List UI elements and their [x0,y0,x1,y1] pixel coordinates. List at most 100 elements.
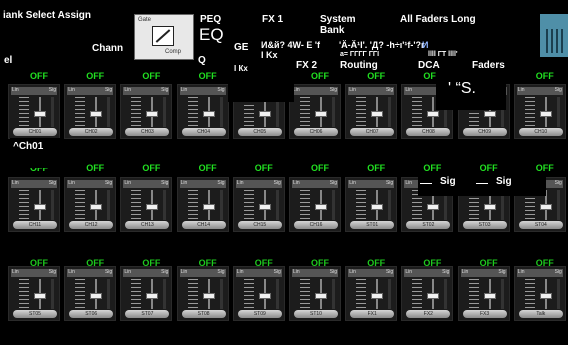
dca-tab[interactable]: DCA [418,60,440,71]
off-button[interactable]: OFF [142,71,160,81]
fader-strip[interactable]: Lin Sig FX3 [457,266,510,321]
off-button[interactable]: OFF [536,71,554,81]
off-button[interactable]: OFF [199,163,217,173]
fader-knob[interactable] [202,111,215,117]
fader-knob[interactable] [315,111,327,117]
fader-strip[interactable]: Lin Sig CH10 [513,84,566,139]
channel-select-button[interactable]: ST03 [462,221,507,229]
off-button[interactable]: OFF [30,71,48,81]
channel-select-button[interactable]: ST05 [13,310,57,318]
gate-comp-widget[interactable]: Gate Comp [134,14,194,60]
channel-select-button[interactable]: CH08 [406,128,451,136]
channel-select-button[interactable]: CH06 [294,128,338,136]
all-faders-long-tab[interactable]: All Faders Long [400,14,476,25]
channel-select-button[interactable]: ST02 [406,221,451,229]
channel-select-button[interactable]: Talk [518,310,563,318]
channel-select-button[interactable]: CH12 [69,221,114,229]
fader-knob[interactable] [90,204,103,210]
fader-strip[interactable]: Lin Sig CH01 [8,84,60,139]
fader-strip[interactable]: Lin Sig CH07 [345,84,398,139]
off-button[interactable]: OFF [142,163,160,173]
bank-select-assign-label[interactable]: iank Select Assign [3,10,91,21]
off-button[interactable]: OFF [367,71,385,81]
fader-knob[interactable] [483,204,496,210]
fader-knob[interactable] [146,111,159,117]
channel-select-button[interactable]: ST08 [181,310,226,318]
off-button[interactable]: OFF [86,71,104,81]
off-button[interactable]: OFF [30,258,48,268]
peq-tab[interactable]: PEQ [200,14,221,25]
off-button[interactable]: OFF [199,258,217,268]
fader-strip[interactable]: Lin Sig ST05 [8,266,60,321]
fader-knob[interactable] [90,111,103,117]
fader-knob[interactable] [258,111,271,117]
fader-knob[interactable] [539,293,552,299]
channel-select-button[interactable]: CH16 [294,221,338,229]
off-button[interactable]: OFF [255,258,273,268]
ge-tab[interactable]: GE [234,42,248,53]
fader-strip[interactable]: Lin Sig CH11 [8,177,60,232]
fader-knob[interactable] [146,293,159,299]
channel-select-button[interactable]: CH14 [181,221,226,229]
off-button[interactable]: OFF [367,258,385,268]
fader-strip[interactable]: Lin Sig CH14 [176,177,229,232]
channel-select-button[interactable]: ST07 [125,310,170,318]
channel-select-button[interactable]: ST06 [69,310,114,318]
fader-strip[interactable]: Lin Sig Talk [513,266,566,321]
fader-strip[interactable]: Lin Sig ST07 [120,266,173,321]
fader-strip[interactable]: Lin Sig CH12 [64,177,117,232]
fader-knob[interactable] [371,204,384,210]
fader-strip[interactable]: Lin Sig ST08 [176,266,229,321]
channel-select-button[interactable]: CH10 [518,128,563,136]
fader-knob[interactable] [258,204,271,210]
channel-select-button[interactable]: CH04 [181,128,226,136]
channel-select-button[interactable]: FX1 [350,310,395,318]
fader-knob[interactable] [371,293,384,299]
off-button[interactable]: OFF [423,258,441,268]
fader-strip[interactable]: Lin Sig FX2 [401,266,454,321]
fader-strip[interactable]: Lin Sig CH13 [120,177,173,232]
fader-strip[interactable]: Lin Sig ST01 [345,177,398,232]
fader-strip[interactable]: Lin Sig CH04 [176,84,229,139]
off-button[interactable]: OFF [311,71,329,81]
channel-select-button[interactable]: CH15 [237,221,282,229]
off-button[interactable]: OFF [311,163,329,173]
off-button[interactable]: OFF [142,258,160,268]
fader-knob[interactable] [202,204,215,210]
fader-knob[interactable] [202,293,215,299]
channel-select-button[interactable]: ST10 [294,310,338,318]
fader-knob[interactable] [258,293,271,299]
fader-knob[interactable] [427,293,440,299]
channel-select-button[interactable]: CH03 [125,128,170,136]
off-button[interactable]: OFF [86,163,104,173]
fader-knob[interactable] [371,111,384,117]
fader-knob[interactable] [146,204,159,210]
channel-select-button[interactable]: ST01 [350,221,395,229]
fader-strip[interactable]: Lin Sig ST09 [232,266,285,321]
fader-knob[interactable] [34,204,46,210]
fader-knob[interactable] [34,111,46,117]
fader-strip[interactable]: Lin Sig CH16 [289,177,341,232]
off-button[interactable]: OFF [255,163,273,173]
fader-strip[interactable]: Lin Sig CH03 [120,84,173,139]
fader-knob[interactable] [427,111,440,117]
fader-knob[interactable] [539,111,552,117]
off-button[interactable]: OFF [536,258,554,268]
fader-knob[interactable] [315,293,327,299]
fx1-tab[interactable]: FX 1 [262,14,283,25]
fader-strip[interactable]: Lin Sig FX1 [345,266,398,321]
system-bank-tab[interactable]: System Bank [320,14,370,36]
fader-strip[interactable]: Lin Sig CH02 [64,84,117,139]
fader-knob[interactable] [315,204,327,210]
channel-select-button[interactable]: CH09 [462,128,507,136]
channel-select-button[interactable]: CH02 [69,128,114,136]
chann-label[interactable]: Chann [92,43,123,54]
fader-strip[interactable]: Lin Sig CH15 [232,177,285,232]
off-button[interactable]: OFF [86,258,104,268]
fader-knob[interactable] [483,293,496,299]
channel-select-button[interactable]: FX2 [406,310,451,318]
fader-knob[interactable] [483,111,496,117]
off-button[interactable]: OFF [199,71,217,81]
channel-select-button[interactable]: ST09 [237,310,282,318]
eq-tab[interactable]: EQ [199,25,224,45]
